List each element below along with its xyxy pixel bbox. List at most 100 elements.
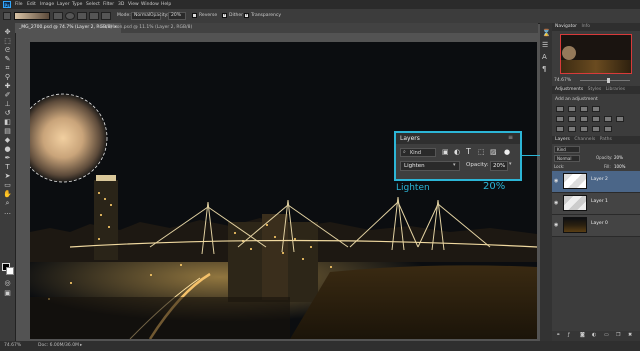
more-tools-icon[interactable]: … [3, 208, 12, 216]
history-brush-tool-icon[interactable]: ↺ [3, 109, 12, 117]
filter-adjustment-icon[interactable]: ◐ [454, 148, 460, 156]
healing-brush-tool-icon[interactable]: ✚ [3, 82, 12, 90]
zoom-tool-icon[interactable]: ⌕ [3, 199, 12, 207]
crop-tool-icon[interactable]: ⌗ [3, 64, 12, 72]
menu-select[interactable]: Select [86, 1, 100, 8]
menu-view[interactable]: View [128, 1, 139, 8]
status-expand-icon[interactable]: ▸ [80, 341, 82, 351]
threshold-adjustment-icon[interactable] [580, 126, 588, 132]
radial-gradient-button[interactable] [65, 12, 75, 20]
clone-stamp-tool-icon[interactable]: ⊥ [3, 100, 12, 108]
visibility-eye-icon[interactable]: ◉ [554, 200, 558, 206]
quick-select-tool-icon[interactable]: ✎ [3, 55, 12, 63]
screen-mode-icon[interactable]: ▣ [3, 289, 12, 297]
menu-filter[interactable]: Filter [103, 1, 114, 8]
levels-adjustment-icon[interactable] [568, 106, 576, 112]
invert-adjustment-icon[interactable] [556, 126, 564, 132]
document-canvas[interactable] [30, 42, 537, 339]
rectangle-tool-icon[interactable]: ▭ [3, 181, 12, 189]
visibility-eye-icon[interactable]: ◉ [554, 222, 558, 228]
paragraph-panel-icon[interactable]: ¶ [542, 65, 546, 73]
character-panel-icon[interactable]: A [542, 53, 547, 61]
move-tool-icon[interactable]: ✥ [3, 28, 12, 36]
tab-libraries[interactable]: Libraries [606, 87, 625, 92]
channel-mixer-adjustment-icon[interactable] [616, 116, 624, 122]
type-tool-icon[interactable]: T [3, 163, 12, 171]
tab-channels[interactable]: Channels [574, 137, 595, 142]
hand-tool-icon[interactable]: ✋ [3, 190, 12, 198]
tab-adjustments[interactable]: Adjustments [555, 87, 583, 92]
gradient-map-adjustment-icon[interactable] [592, 126, 600, 132]
menu-help[interactable]: Help [161, 1, 171, 8]
link-layers-icon[interactable]: ⚭ [556, 332, 560, 338]
angle-gradient-button[interactable] [77, 12, 87, 20]
eyedropper-tool-icon[interactable]: ⚲ [3, 73, 12, 81]
add-mask-icon[interactable]: ◙ [580, 332, 585, 338]
layers-opacity-value[interactable]: 20% [614, 155, 623, 160]
black-white-adjustment-icon[interactable] [592, 116, 600, 122]
gradient-tool-icon[interactable]: ▤ [3, 127, 12, 135]
transparency-checkbox[interactable] [244, 12, 249, 18]
navigator-zoom-handle[interactable] [607, 78, 610, 83]
filter-type-icon[interactable]: T [466, 147, 471, 156]
new-layer-icon[interactable]: ❐ [616, 332, 620, 338]
callout-opacity-input[interactable]: 20% [490, 161, 508, 171]
callout-blend-mode-select[interactable]: Lighten ▾ [400, 161, 460, 171]
fx-icon[interactable]: ƒ [568, 332, 570, 338]
filter-smart-object-icon[interactable]: ▨ [490, 148, 497, 156]
lasso-tool-icon[interactable]: ᘓ [3, 46, 12, 54]
photo-filter-adjustment-icon[interactable] [604, 116, 612, 122]
linear-gradient-button[interactable] [53, 12, 63, 20]
brush-tool-icon[interactable]: ✐ [3, 91, 12, 99]
color-balance-adjustment-icon[interactable] [580, 116, 588, 122]
background-color-swatch[interactable] [6, 267, 14, 275]
trash-icon[interactable]: ✖ [628, 332, 632, 338]
callout-menu-icon[interactable]: ≡ [508, 134, 513, 141]
layer-row-layer-0[interactable]: ◉ Layer 0 [552, 215, 640, 237]
brightness-adjustment-icon[interactable] [556, 106, 564, 112]
zoom-readout[interactable]: 74.67% [4, 341, 21, 351]
blur-tool-icon[interactable]: ◆ [3, 136, 12, 144]
exposure-adjustment-icon[interactable] [592, 106, 600, 112]
dodge-tool-icon[interactable]: ● [3, 145, 12, 153]
menu-layer[interactable]: Layer [57, 1, 70, 8]
menu-file[interactable]: File [15, 1, 23, 8]
menu-window[interactable]: Window [141, 1, 159, 8]
eraser-tool-icon[interactable]: ◧ [3, 118, 12, 126]
quick-mask-icon[interactable]: ◎ [3, 279, 12, 287]
gradient-tool-preset-icon[interactable] [3, 12, 11, 20]
dither-checkbox[interactable] [222, 12, 227, 18]
tab-layers[interactable]: Layers [555, 137, 570, 142]
hue-saturation-adjustment-icon[interactable] [568, 116, 576, 122]
navigator-zoom[interactable]: 74.67% [554, 78, 571, 83]
marquee-tool-icon[interactable]: ⬚ [3, 37, 12, 45]
navigator-thumbnail[interactable] [560, 34, 632, 74]
menu-edit[interactable]: Edit [27, 1, 36, 8]
callout-kind-filter[interactable]: ⌕ Kind [400, 148, 436, 157]
curves-adjustment-icon[interactable] [580, 106, 588, 112]
path-selection-tool-icon[interactable]: ➤ [3, 172, 12, 180]
gradient-picker[interactable] [14, 12, 50, 20]
new-group-icon[interactable]: ▭ [604, 332, 609, 338]
tab-info[interactable]: Info [581, 24, 590, 29]
opacity-input[interactable]: 20% [168, 12, 186, 20]
tab-full-moon[interactable]: Full Moon.psd @ 11.1% (Layer 2, RGB/8) [97, 23, 196, 33]
reflected-gradient-button[interactable] [89, 12, 99, 20]
diamond-gradient-button[interactable] [101, 12, 111, 20]
new-adjustment-icon[interactable]: ◐ [592, 332, 596, 338]
layer-row-layer-2[interactable]: ◉ Layer 2 [552, 171, 640, 193]
filter-pixel-icon[interactable]: ▣ [442, 148, 449, 156]
selective-color-adjustment-icon[interactable] [604, 126, 612, 132]
menu-type[interactable]: Type [72, 1, 82, 8]
navigator-view-box[interactable] [560, 34, 632, 74]
tab-navigator[interactable]: Navigator [555, 24, 577, 29]
navigator-zoom-slider[interactable] [580, 80, 630, 81]
filter-toggle-icon[interactable]: ● [504, 148, 510, 156]
reverse-checkbox[interactable] [192, 13, 197, 18]
vibrance-adjustment-icon[interactable] [556, 116, 564, 122]
properties-panel-icon[interactable]: ☰ [542, 41, 548, 49]
menu-image[interactable]: Image [40, 1, 54, 8]
menu-3d[interactable]: 3D [118, 1, 124, 8]
layers-kind-filter[interactable]: Kind [554, 146, 580, 153]
tab-paths[interactable]: Paths [600, 137, 612, 142]
